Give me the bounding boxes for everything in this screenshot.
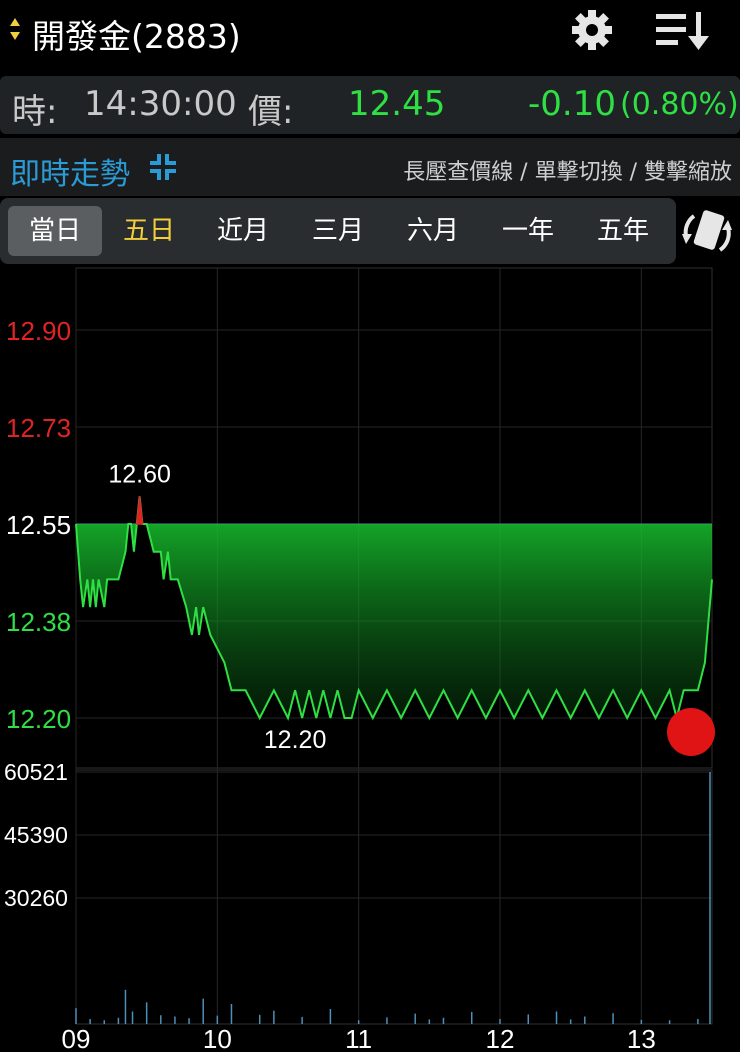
tab-1year[interactable]: 一年 <box>481 206 575 256</box>
volume-tick-label: 45390 <box>4 822 68 848</box>
time-label: 時: <box>12 92 58 132</box>
quote-change-pct: (0.80%) <box>620 87 739 122</box>
current-price-dot <box>667 708 715 756</box>
section-title: 即時走勢 <box>10 157 130 192</box>
volume-panel-frame <box>75 769 713 1025</box>
sort-list-icon[interactable] <box>652 6 712 54</box>
time-tick-label: 10 <box>203 1024 232 1052</box>
gear-icon[interactable] <box>568 6 616 54</box>
updown-arrows-icon[interactable] <box>8 14 22 50</box>
tab-3month[interactable]: 三月 <box>291 206 385 256</box>
price-tick-label: 12.73 <box>6 413 71 443</box>
tab-6month[interactable]: 六月 <box>386 206 480 256</box>
quote-price: 12.45 <box>348 84 446 124</box>
quote-change: -0.10 <box>528 84 616 124</box>
intraday-chart[interactable]: 12.90 12.73 12.55 12.38 12.20 09 10 11 12 13 60521… <box>0 266 740 1052</box>
price-tick-label: 12.55 <box>6 510 71 540</box>
price-above-reference <box>135 496 144 525</box>
time-tick-label: 12 <box>486 1024 515 1052</box>
tab-5year[interactable]: 五年 <box>576 206 670 256</box>
time-tick-label: 13 <box>627 1024 656 1052</box>
price-tick-label: 12.20 <box>6 704 71 734</box>
tab-today[interactable]: 當日 <box>8 206 102 256</box>
tab-1month[interactable]: 近月 <box>196 206 290 256</box>
price-tick-label: 12.90 <box>6 316 71 346</box>
price-tick-label: 12.38 <box>6 607 71 637</box>
tab-5day[interactable]: 五日 <box>102 206 196 256</box>
section-bar: 即時走勢 長壓查價線 / 單擊切換 / 雙擊縮放 <box>0 138 740 196</box>
quote-bar: 時: 14:30:00 價: 12.45 -0.10 (0.80%) <box>0 76 740 134</box>
volume-tick-label: 30260 <box>4 885 68 911</box>
time-tick-label: 11 <box>345 1024 372 1052</box>
stock-title: 開發金(2883) <box>32 17 241 56</box>
low-price-label: 12.20 <box>264 726 327 754</box>
high-price-label: 12.60 <box>108 460 171 488</box>
quote-time: 14:30:00 <box>84 84 237 124</box>
app-header: 開發金(2883) <box>0 0 740 66</box>
time-tick-label: 09 <box>62 1024 91 1052</box>
collapse-icon[interactable] <box>148 152 178 182</box>
rotate-screen-icon[interactable] <box>680 206 734 258</box>
gesture-hint: 長壓查價線 / 單擊切換 / 雙擊縮放 <box>403 160 732 185</box>
price-label: 價: <box>248 92 294 132</box>
volume-tick-label: 60521 <box>4 759 68 785</box>
period-tabs: 當日 五日 近月 三月 六月 一年 五年 <box>0 198 676 264</box>
